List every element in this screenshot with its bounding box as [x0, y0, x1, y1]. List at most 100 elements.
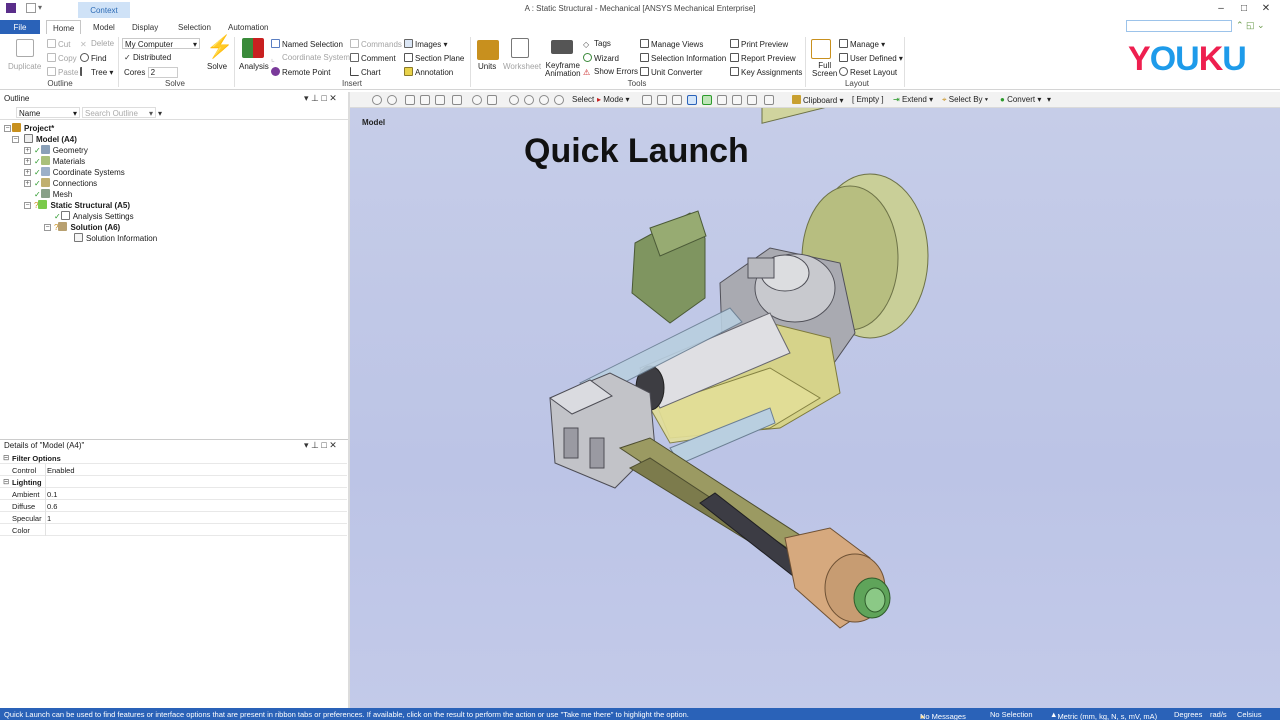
select-point-icon[interactable] [642, 95, 652, 105]
images-button[interactable]: Images ▾ [404, 39, 447, 49]
manage-button[interactable]: Manage ▾ [839, 39, 885, 49]
delete-button[interactable]: ✕ Delete [80, 39, 114, 49]
full-screen-button[interactable]: Full Screen [812, 62, 837, 78]
zoom-in-icon[interactable] [372, 95, 382, 105]
details-row-color[interactable]: Color [0, 524, 347, 536]
tab-model[interactable]: Model [87, 20, 121, 34]
zoom-to-fit-icon[interactable] [539, 95, 549, 105]
select-body-icon[interactable] [687, 95, 697, 105]
panel-controls[interactable]: ▾ ⊥ □ ✕ [304, 440, 337, 451]
tree-node-geometry[interactable]: ✓ Geometry [34, 145, 88, 155]
paste-button[interactable]: Paste [47, 67, 78, 77]
clipboard-button[interactable]: Clipboard ▾ [792, 95, 844, 105]
graphics-viewport[interactable]: Model Quick Launch [350, 108, 1280, 708]
find-button[interactable]: Find [80, 53, 107, 63]
search-outline-input[interactable]: Search Outline ▾ [82, 107, 156, 118]
tree-node-analysis-settings[interactable]: ✓ Analysis Settings [54, 211, 134, 221]
tree-node-mesh[interactable]: ✓ Mesh [34, 189, 72, 199]
section-plane-button[interactable]: Section Plane [404, 53, 464, 63]
mode-button[interactable]: ▸ Mode ▾ [597, 95, 630, 104]
wireframe-icon[interactable] [435, 95, 445, 105]
select-all-icon[interactable] [747, 95, 757, 105]
expand-icon[interactable]: + [24, 147, 31, 154]
tab-selection[interactable]: Selection [172, 20, 217, 34]
select-button[interactable]: Select [572, 95, 594, 104]
collapse-icon[interactable]: − [24, 202, 31, 209]
expand-icon[interactable]: + [24, 180, 31, 187]
status-temperature[interactable]: Celsius [1237, 710, 1262, 719]
reset-layout-button[interactable]: Reset Layout [839, 67, 897, 77]
cores-field[interactable]: Cores 2 [124, 67, 178, 78]
annotation-button[interactable]: Annotation [404, 67, 453, 77]
unit-converter-button[interactable]: Unit Converter [640, 67, 703, 77]
named-selection-button[interactable]: Named Selection [271, 39, 343, 49]
tree-node-solution-information[interactable]: Solution Information [74, 233, 157, 243]
show-errors-button[interactable]: ⚠ Show Errors [583, 67, 638, 77]
status-units[interactable]: ▲ Metric (mm, kg, N, s, mV, mA) [1050, 710, 1157, 720]
select-by-button[interactable]: ⌖ Select By ▾ [942, 95, 988, 105]
select-face-icon[interactable] [672, 95, 682, 105]
shade-icon[interactable] [420, 95, 430, 105]
print-preview-button[interactable]: Print Preview [730, 39, 788, 49]
keyframe-animation-button[interactable]: Keyframe Animation [545, 62, 581, 78]
status-angle[interactable]: Degrees [1174, 710, 1202, 719]
tags-button[interactable]: ◇ Tags [583, 39, 611, 49]
remote-point-button[interactable]: Remote Point [271, 67, 330, 77]
maximize-icon[interactable]: □ [1237, 3, 1251, 14]
tab-home[interactable]: Home [46, 20, 82, 34]
pan-icon[interactable] [487, 95, 497, 105]
quick-launch-input[interactable] [1126, 20, 1232, 32]
select-mesh-icon[interactable] [732, 95, 742, 105]
details-row-diffuse[interactable]: Diffuse 0.6 [0, 500, 347, 512]
tab-display[interactable]: Display [126, 20, 164, 34]
expand-icon[interactable]: + [24, 158, 31, 165]
tree-node-model[interactable]: Model (A4) [24, 134, 77, 144]
select-edge-icon[interactable] [657, 95, 667, 105]
expand-icon[interactable]: + [24, 169, 31, 176]
name-column-filter[interactable]: Name ▾ [16, 107, 80, 118]
cut-button[interactable]: Cut [47, 39, 70, 49]
details-category-lighting[interactable]: ⊟ Lighting [0, 476, 347, 488]
wizard-button[interactable]: Wizard [583, 53, 619, 63]
tree-button[interactable]: Tree ▾ [80, 67, 113, 77]
manage-views-button[interactable]: Manage Views [640, 39, 703, 49]
selection-information-button[interactable]: Selection Information [640, 53, 726, 63]
quick-launch-nav-icons[interactable]: ⌃ ◱ ⌄ [1236, 20, 1265, 31]
tree-node-solution[interactable]: ? Solution (A6) [54, 222, 120, 232]
details-category-filter-options[interactable]: ⊟ Filter Options [0, 452, 347, 464]
select-node-icon[interactable] [717, 95, 727, 105]
extend-button[interactable]: ⇥ Extend ▾ [893, 95, 933, 104]
report-preview-button[interactable]: Report Preview [730, 53, 796, 63]
convert-button[interactable]: ● Convert ▾ [1000, 95, 1041, 104]
zoom-icon[interactable] [509, 95, 519, 105]
duplicate-button[interactable]: Duplicate [8, 62, 41, 71]
details-row-control[interactable]: Control Enabled [0, 464, 347, 476]
section-icon[interactable] [452, 95, 462, 105]
toolbar-overflow-icon[interactable]: ▾ [1047, 95, 1051, 104]
comment-button[interactable]: Comment [350, 53, 396, 63]
tree-node-project[interactable]: Project* [12, 123, 54, 133]
details-row-specular[interactable]: Specular 1 [0, 512, 347, 524]
tab-automation[interactable]: Automation [222, 20, 274, 34]
solve-button[interactable]: Solve [207, 62, 227, 71]
select-adjacent-icon[interactable] [764, 95, 774, 105]
tree-node-static-structural[interactable]: ? Static Structural (A5) [34, 200, 130, 210]
collapse-icon[interactable]: − [44, 224, 51, 231]
select-element-icon[interactable] [702, 95, 712, 105]
rotate-icon[interactable] [472, 95, 482, 105]
zoom-out-icon[interactable] [387, 95, 397, 105]
tab-file[interactable]: File [0, 20, 40, 34]
commands-button[interactable]: Commands [350, 39, 402, 49]
minimize-icon[interactable]: – [1214, 3, 1228, 14]
units-button[interactable]: Units [478, 62, 496, 71]
panel-controls[interactable]: ▾ ⊥ □ ✕ [304, 93, 337, 104]
status-angular-velocity[interactable]: rad/s [1210, 710, 1227, 719]
tree-node-connections[interactable]: ✓ Connections [34, 178, 97, 188]
worksheet-button[interactable]: Worksheet [503, 62, 541, 71]
details-row-ambient[interactable]: Ambient 0.1 [0, 488, 347, 500]
view-icon[interactable] [405, 95, 415, 105]
status-selection[interactable]: No Selection [990, 710, 1033, 719]
search-options-icon[interactable]: ▾ [158, 109, 162, 118]
collapse-icon[interactable]: − [12, 136, 19, 143]
box-zoom-icon[interactable] [524, 95, 534, 105]
